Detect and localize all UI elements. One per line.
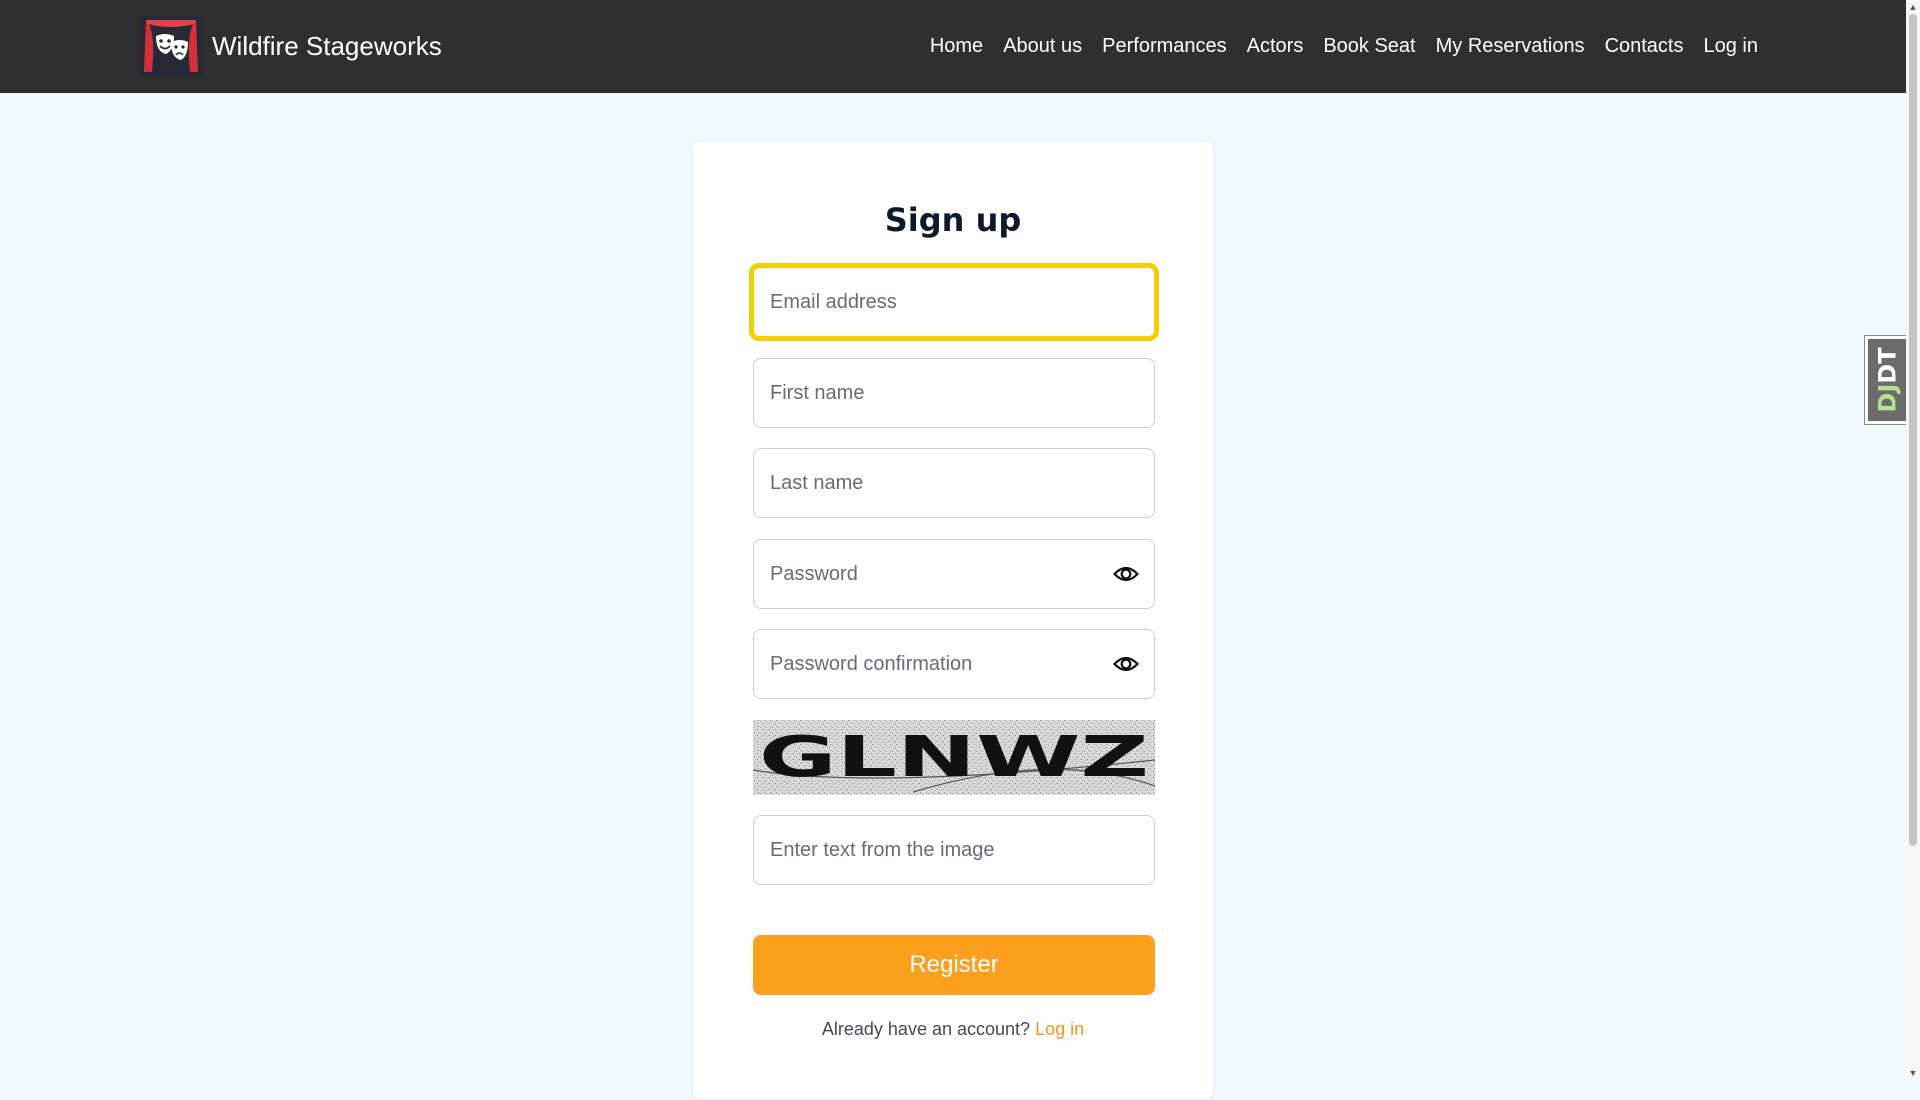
scrollbar-thumb[interactable] [1909,14,1917,846]
debug-toolbar-label: DJDT [1874,347,1902,413]
eye-icon[interactable] [1112,561,1140,587]
nav-item-home[interactable]: Home [930,35,983,58]
debug-toolbar-badge: DJDT [1868,339,1908,421]
theater-masks-icon [140,16,202,76]
captcha-input[interactable] [753,815,1155,885]
scroll-up-icon[interactable]: ▲ [1906,0,1920,14]
scroll-down-icon[interactable]: ▼ [1906,1066,1920,1080]
captcha-image: GLNWZ [753,720,1155,795]
page-title: Sign up [884,201,1022,239]
login-prompt-text: Already have an account? [821,1019,1031,1039]
last-name-field[interactable] [753,448,1155,518]
nav-item-performances[interactable]: Performances [1102,35,1227,58]
brand-name[interactable]: Wildfire Stageworks [212,31,442,62]
brand[interactable]: Wildfire Stageworks [140,16,442,76]
captcha-text: GLNWZ [759,725,1149,790]
nav-item-my-reservations[interactable]: My Reservations [1436,35,1585,58]
login-link[interactable]: Log in [1035,1019,1084,1039]
password-confirmation-field[interactable] [753,629,1155,699]
nav-item-actors[interactable]: Actors [1247,35,1304,58]
first-name-field[interactable] [753,358,1155,428]
eye-icon[interactable] [1112,651,1140,677]
navbar: Wildfire Stageworks Home About us Perfor… [0,0,1906,93]
main-nav: Home About us Performances Actors Book S… [910,0,1758,93]
scrollbar[interactable]: ▲ ▼ [1906,0,1920,1080]
debug-toolbar-handle[interactable]: DJDT [1864,335,1912,425]
nav-item-about-us[interactable]: About us [1003,35,1082,58]
nav-item-contacts[interactable]: Contacts [1605,35,1684,58]
register-button[interactable]: Register [753,935,1155,995]
signup-card: Sign up Email address First name Last na… [692,140,1214,1100]
nav-item-log-in[interactable]: Log in [1704,35,1759,58]
nav-item-book-seat[interactable]: Book Seat [1323,35,1415,58]
login-prompt: Already have an account? Log in [693,1019,1213,1040]
email-field[interactable] [749,263,1159,341]
password-field[interactable] [753,539,1155,609]
